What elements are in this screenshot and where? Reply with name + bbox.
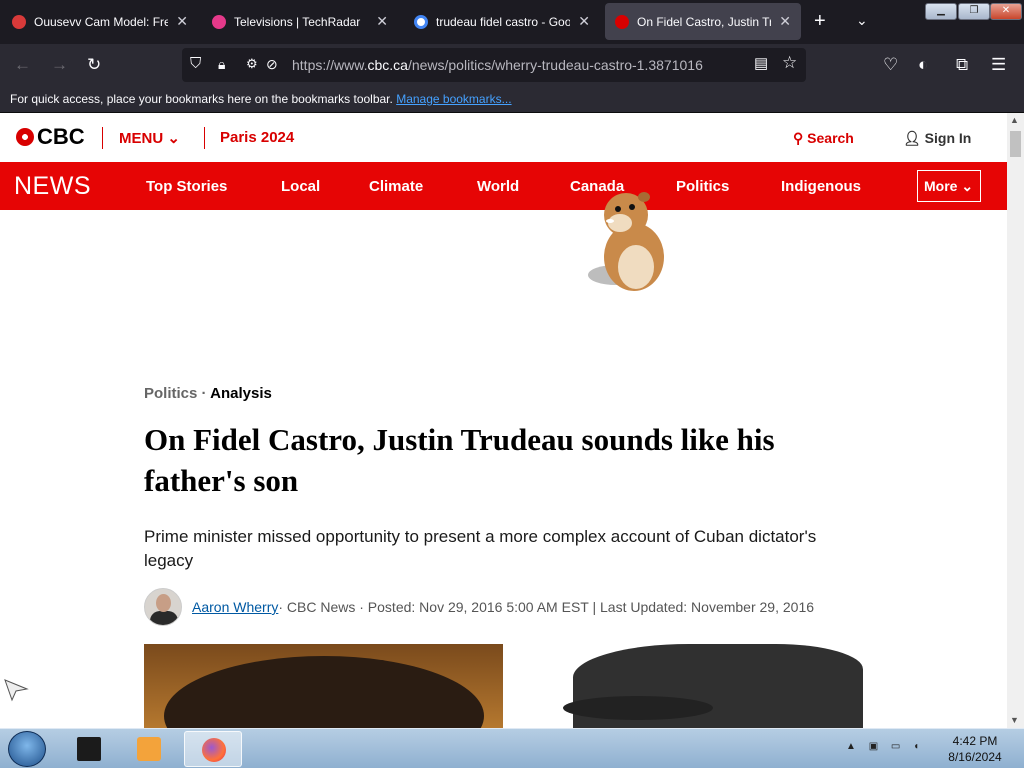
- scroll-down-icon[interactable]: ▼: [1010, 715, 1019, 725]
- more-button[interactable]: More ⌄: [917, 170, 981, 202]
- divider: [204, 127, 205, 149]
- byline-meta: · CBC News · Posted: Nov 29, 2016 5:00 A…: [278, 599, 815, 615]
- nav-world[interactable]: World: [477, 178, 519, 195]
- scroll-up-icon[interactable]: ▲: [1010, 115, 1019, 125]
- forward-icon[interactable]: →: [51, 55, 68, 75]
- extensions-icon[interactable]: ⧉: [956, 55, 968, 75]
- author-avatar: [144, 588, 182, 626]
- chevron-down-icon: ⌄: [961, 178, 974, 194]
- close-icon[interactable]: ✕: [376, 13, 388, 30]
- tab-title: Ouusevv Cam Model: Free: [34, 14, 169, 29]
- address-bar[interactable]: ⛉ 🔒︎ ⚙ ⊘ https://www.cbc.ca/news/politic…: [182, 48, 806, 82]
- news-nav-bar: NEWS Top Stories Local Climate World Can…: [0, 162, 1007, 210]
- cbc-logo-text: CBC: [37, 124, 85, 149]
- manage-bookmarks-link[interactable]: Manage bookmarks...: [396, 92, 511, 106]
- tracking-icon[interactable]: ⊘: [266, 54, 278, 74]
- paris-2024-link[interactable]: Paris 2024: [220, 129, 294, 146]
- cbc-favicon-icon: [615, 14, 629, 29]
- nav-climate[interactable]: Climate: [369, 178, 423, 195]
- tab-title: trudeau fidel castro - Google Search: [436, 14, 571, 29]
- cbc-header: CBC MENU ⌄ Paris 2024 ⚲ Search 👤︎ Sign I…: [0, 113, 1007, 162]
- tab-google-search[interactable]: trudeau fidel castro - Google Search ✕: [404, 3, 600, 40]
- media-device-icon: [77, 737, 101, 761]
- nav-politics[interactable]: Politics: [676, 178, 729, 195]
- media-player-icon: [137, 737, 161, 761]
- search-button[interactable]: ⚲ Search: [793, 130, 854, 147]
- bookmarks-hint: For quick access, place your bookmarks h…: [10, 92, 393, 106]
- mouse-cursor-icon: [4, 679, 29, 702]
- article-photo-trudeau: [144, 644, 503, 728]
- scroll-thumb[interactable]: [1010, 131, 1021, 157]
- show-hidden-icons-icon[interactable]: ▲: [846, 741, 856, 752]
- account-icon[interactable]: ◐: [918, 55, 928, 75]
- close-window-button[interactable]: ✕: [990, 3, 1022, 20]
- author-link[interactable]: Aaron Wherry: [192, 599, 278, 615]
- article-headline: On Fidel Castro, Justin Trudeau sounds l…: [144, 422, 775, 498]
- reload-icon[interactable]: ↻: [87, 55, 101, 75]
- taskbar-app-player[interactable]: [120, 731, 178, 767]
- restore-button[interactable]: ❐: [958, 3, 990, 20]
- taskbar-app-media[interactable]: [60, 731, 118, 767]
- bookmark-star-icon[interactable]: ☆: [782, 53, 797, 73]
- list-all-tabs-button[interactable]: ⌄: [856, 12, 868, 29]
- divider: [102, 127, 103, 149]
- search-icon: ⚲: [793, 130, 804, 146]
- system-tray: ▲ ▣ ▭ ◖: [846, 741, 919, 752]
- navigation-toolbar: ← → ↻ ⛉ 🔒︎ ⚙ ⊘ https://www.cbc.ca/news/p…: [0, 44, 1024, 86]
- back-icon[interactable]: ←: [14, 55, 31, 75]
- byline: Aaron Wherry · CBC News · Posted: Nov 29…: [144, 587, 814, 627]
- article-kicker: Politics · Analysis: [144, 385, 272, 402]
- nav-local[interactable]: Local: [281, 178, 320, 195]
- network-icon[interactable]: ▣: [869, 741, 878, 752]
- hamster-mascot-image: [588, 192, 664, 291]
- article-deck: Prime minister missed opportunity to pre…: [144, 527, 817, 570]
- nav-indigenous[interactable]: Indigenous: [781, 178, 861, 195]
- page-viewport: CBC MENU ⌄ Paris 2024 ⚲ Search 👤︎ Sign I…: [0, 113, 1007, 728]
- rss-icon: [212, 14, 226, 29]
- taskbar-clock[interactable]: 4:42 PM 8/16/2024: [940, 733, 1010, 765]
- start-button[interactable]: [8, 731, 46, 767]
- tab-cbc-article[interactable]: On Fidel Castro, Justin Trudeau ✕: [605, 3, 801, 40]
- permissions-icon[interactable]: ⚙: [246, 54, 258, 74]
- user-icon: 👤︎: [903, 130, 921, 146]
- shield-icon[interactable]: ⛉: [190, 54, 201, 74]
- chevron-down-icon: ⌄: [167, 130, 180, 147]
- monitor-icon[interactable]: ▭: [891, 741, 900, 752]
- page-scrollbar[interactable]: ▲ ▼: [1007, 113, 1024, 728]
- clock-time: 4:42 PM: [952, 734, 998, 748]
- windows-taskbar: ▲ ▣ ▭ ◖ 4:42 PM 8/16/2024: [0, 728, 1024, 768]
- news-logo[interactable]: NEWS: [14, 172, 91, 201]
- article-type: Analysis: [210, 385, 272, 402]
- volume-icon[interactable]: ◖: [913, 741, 919, 752]
- tab-cam-model[interactable]: Ouusevv Cam Model: Free ✕: [2, 3, 198, 40]
- sign-in-button[interactable]: 👤︎ Sign In: [903, 130, 971, 147]
- cbc-gem-icon: [16, 128, 34, 146]
- clock-date: 8/16/2024: [948, 750, 1002, 764]
- nav-top-stories[interactable]: Top Stories: [146, 178, 227, 195]
- tab-techradar[interactable]: Televisions | TechRadar ✕: [202, 3, 398, 40]
- minimize-button[interactable]: ▁: [925, 3, 957, 20]
- url-text[interactable]: https://www.cbc.ca/news/politics/wherry-…: [292, 57, 703, 73]
- close-icon[interactable]: ✕: [779, 13, 791, 30]
- tab-bar: Ouusevv Cam Model: Free ✕ Televisions | …: [0, 0, 1024, 44]
- close-icon[interactable]: ✕: [176, 13, 188, 30]
- article-photo-castro: [503, 644, 863, 728]
- new-tab-button[interactable]: +: [814, 10, 826, 32]
- tab-title: Televisions | TechRadar: [234, 14, 361, 29]
- firefox-icon: [202, 738, 226, 762]
- bookmarks-toolbar: For quick access, place your bookmarks h…: [0, 86, 1024, 113]
- menu-button[interactable]: MENU ⌄: [119, 129, 180, 147]
- section-link[interactable]: Politics: [144, 385, 197, 402]
- kicker-separator: ·: [201, 385, 207, 402]
- favicon-icon: [12, 14, 26, 29]
- taskbar-app-firefox[interactable]: [184, 731, 242, 767]
- close-icon[interactable]: ✕: [578, 13, 590, 30]
- cbc-logo[interactable]: CBC: [16, 124, 85, 150]
- lock-icon[interactable]: 🔒︎: [218, 54, 225, 74]
- reader-view-icon[interactable]: ▤: [754, 54, 768, 74]
- tab-title: On Fidel Castro, Justin Trudeau: [637, 14, 772, 29]
- google-icon: [414, 14, 428, 29]
- pocket-icon[interactable]: ♡: [883, 55, 898, 75]
- menu-hamburger-icon[interactable]: ☰: [991, 55, 1006, 75]
